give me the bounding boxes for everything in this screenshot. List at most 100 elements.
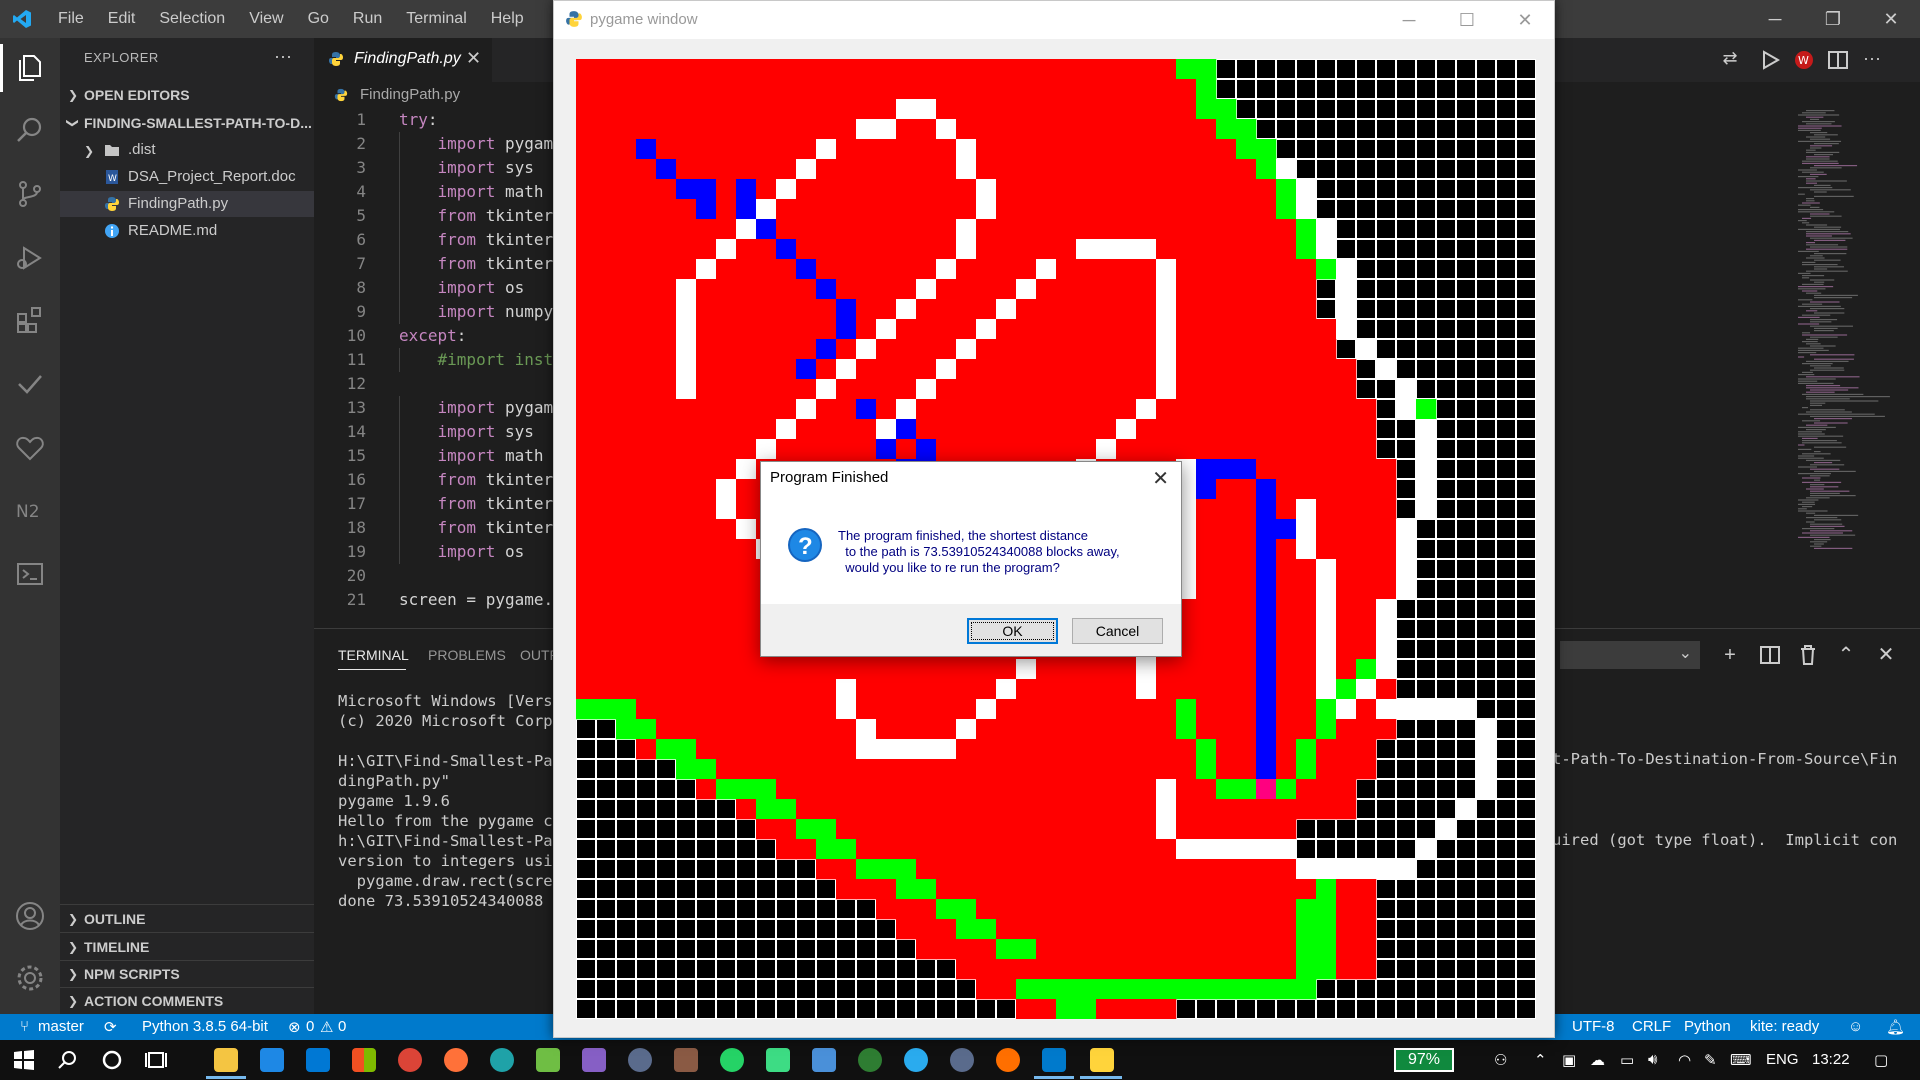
grid-cell[interactable] bbox=[1477, 820, 1495, 838]
grid-cell[interactable] bbox=[636, 419, 657, 440]
grid-cell[interactable] bbox=[1196, 539, 1217, 560]
grid-cell[interactable] bbox=[716, 399, 737, 420]
grid-cell[interactable] bbox=[1036, 259, 1057, 280]
grid-cell[interactable] bbox=[1316, 539, 1337, 560]
grid-cell[interactable] bbox=[777, 980, 795, 998]
grid-cell[interactable] bbox=[576, 239, 597, 260]
grid-cell[interactable] bbox=[1437, 100, 1455, 118]
grid-cell[interactable] bbox=[1436, 819, 1457, 840]
grid-cell[interactable] bbox=[1076, 179, 1097, 200]
grid-cell[interactable] bbox=[896, 399, 917, 420]
grid-cell[interactable] bbox=[1477, 360, 1495, 378]
grid-cell[interactable] bbox=[1076, 79, 1097, 100]
grid-cell[interactable] bbox=[696, 739, 717, 760]
grid-cell[interactable] bbox=[616, 699, 637, 720]
grid-cell[interactable] bbox=[1457, 420, 1475, 438]
menu-terminal[interactable]: Terminal bbox=[394, 0, 478, 38]
grid-cell[interactable] bbox=[837, 980, 855, 998]
grid-cell[interactable] bbox=[1257, 80, 1275, 98]
grid-cell[interactable] bbox=[597, 800, 615, 818]
grid-cell[interactable] bbox=[657, 1000, 675, 1018]
grid-cell[interactable] bbox=[1437, 440, 1455, 458]
grid-cell[interactable] bbox=[1316, 259, 1337, 280]
grid-cell[interactable] bbox=[777, 860, 795, 878]
grid-cell[interactable] bbox=[1477, 300, 1495, 318]
grid-cell[interactable] bbox=[856, 339, 877, 360]
grid-cell[interactable] bbox=[1296, 459, 1317, 480]
grid-cell[interactable] bbox=[1096, 379, 1117, 400]
grid-cell[interactable] bbox=[836, 839, 857, 860]
grid-cell[interactable] bbox=[816, 819, 837, 840]
grid-cell[interactable] bbox=[736, 199, 757, 220]
grid-cell[interactable] bbox=[1116, 379, 1137, 400]
grid-cell[interactable] bbox=[1196, 119, 1217, 140]
grid-cell[interactable] bbox=[1316, 799, 1337, 820]
grid-cell[interactable] bbox=[1216, 279, 1237, 300]
grid-cell[interactable] bbox=[576, 279, 597, 300]
grid-cell[interactable] bbox=[1336, 459, 1357, 480]
grid-cell[interactable] bbox=[1397, 960, 1415, 978]
grid-cell[interactable] bbox=[1376, 699, 1397, 720]
grid-cell[interactable] bbox=[1116, 679, 1137, 700]
grid-cell[interactable] bbox=[1337, 180, 1355, 198]
grid-cell[interactable] bbox=[737, 820, 755, 838]
grid-cell[interactable] bbox=[837, 940, 855, 958]
grid-cell[interactable] bbox=[1196, 159, 1217, 180]
grid-cell[interactable] bbox=[817, 920, 835, 938]
grid-cell[interactable] bbox=[777, 940, 795, 958]
grid-cell[interactable] bbox=[1176, 879, 1197, 900]
grid-cell[interactable] bbox=[1016, 759, 1037, 780]
grid-cell[interactable] bbox=[1016, 399, 1037, 420]
grid-cell[interactable] bbox=[856, 199, 877, 220]
grid-cell[interactable] bbox=[716, 479, 737, 500]
grid-cell[interactable] bbox=[616, 599, 637, 620]
n2-icon[interactable]: N2 bbox=[14, 494, 46, 526]
grid-cell[interactable] bbox=[1256, 939, 1277, 960]
grid-cell[interactable] bbox=[636, 139, 657, 160]
grid-cell[interactable] bbox=[996, 659, 1017, 680]
grid-cell[interactable] bbox=[777, 880, 795, 898]
grid-cell[interactable] bbox=[1216, 559, 1237, 580]
grid-cell[interactable] bbox=[1236, 199, 1257, 220]
whatsapp-icon[interactable] bbox=[720, 1048, 744, 1072]
grid-cell[interactable] bbox=[876, 419, 897, 440]
menu-view[interactable]: View bbox=[237, 0, 295, 38]
grid-cell[interactable] bbox=[717, 860, 735, 878]
grid-cell[interactable] bbox=[736, 559, 757, 580]
grid-cell[interactable] bbox=[676, 359, 697, 380]
timeline-section[interactable]: ❯ TIMELINE bbox=[60, 934, 314, 960]
grid-cell[interactable] bbox=[636, 179, 657, 200]
grid-cell[interactable] bbox=[896, 59, 917, 80]
grid-cell[interactable] bbox=[1096, 879, 1117, 900]
grid-cell[interactable] bbox=[796, 219, 817, 240]
action-comments-section[interactable]: ❯ ACTION COMMENTS bbox=[60, 988, 314, 1014]
grid-cell[interactable] bbox=[1256, 579, 1277, 600]
grid-cell[interactable] bbox=[976, 819, 997, 840]
grid-cell[interactable] bbox=[876, 79, 897, 100]
grid-cell[interactable] bbox=[1136, 839, 1157, 860]
grid-cell[interactable] bbox=[636, 659, 657, 680]
grid-cell[interactable] bbox=[1357, 60, 1375, 78]
grid-cell[interactable] bbox=[896, 799, 917, 820]
grid-cell[interactable] bbox=[597, 760, 615, 778]
grid-cell[interactable] bbox=[1377, 80, 1395, 98]
search-icon[interactable] bbox=[14, 114, 46, 146]
grid-cell[interactable] bbox=[816, 279, 837, 300]
grid-cell[interactable] bbox=[1337, 240, 1355, 258]
grid-cell[interactable] bbox=[1417, 100, 1435, 118]
grid-cell[interactable] bbox=[756, 179, 777, 200]
grid-cell[interactable] bbox=[816, 199, 837, 220]
grid-cell[interactable] bbox=[897, 960, 915, 978]
grid-cell[interactable] bbox=[1317, 820, 1335, 838]
grid-cell[interactable] bbox=[836, 179, 857, 200]
grid-cell[interactable] bbox=[1176, 239, 1197, 260]
grid-cell[interactable] bbox=[1297, 160, 1315, 178]
grid-cell[interactable] bbox=[1437, 80, 1455, 98]
grid-cell[interactable] bbox=[1256, 299, 1277, 320]
grid-cell[interactable] bbox=[1397, 640, 1415, 658]
grid-cell[interactable] bbox=[1016, 319, 1037, 340]
grid-cell[interactable] bbox=[856, 819, 877, 840]
grid-cell[interactable] bbox=[796, 679, 817, 700]
grid-cell[interactable] bbox=[676, 379, 697, 400]
grid-cell[interactable] bbox=[737, 980, 755, 998]
